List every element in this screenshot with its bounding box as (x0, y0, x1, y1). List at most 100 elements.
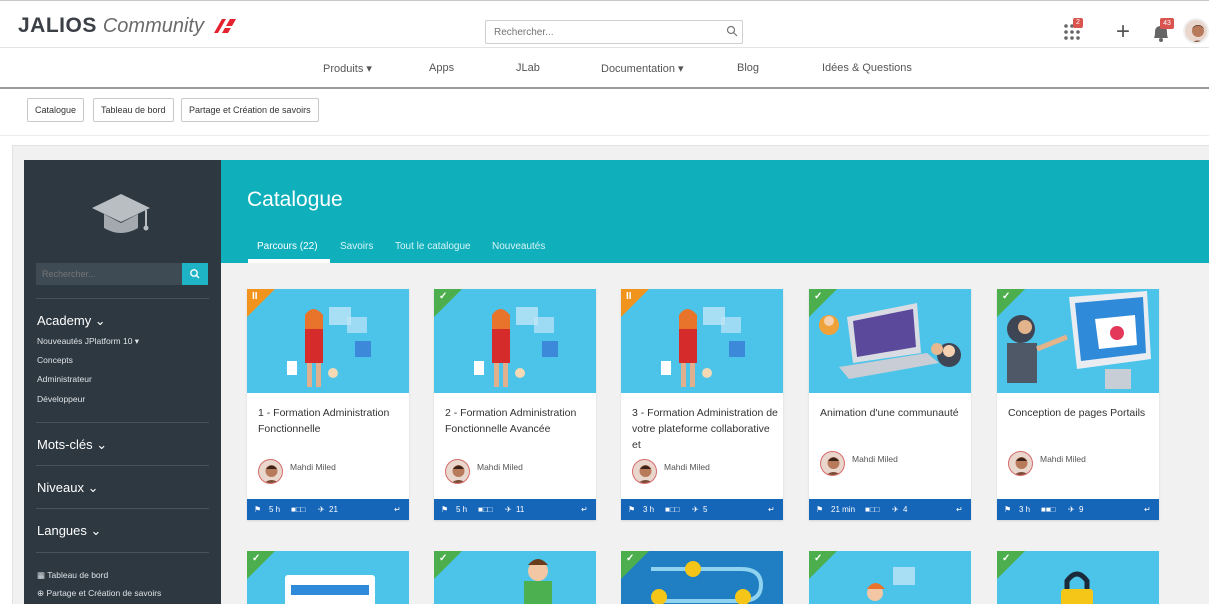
course-count: 4 (903, 505, 908, 514)
sidebar-item-concepts[interactable]: Concepts (37, 355, 73, 365)
megaphone-icon: ✈ (892, 505, 899, 514)
nav-apps[interactable]: Apps (429, 62, 454, 74)
level-icon: ■□□ (865, 505, 880, 514)
tab-tout-catalogue[interactable]: Tout le catalogue (395, 241, 471, 252)
course-card[interactable]: ✓ Conception de pages Portails Mahdi Mil… (997, 289, 1159, 520)
megaphone-icon: ✈ (318, 505, 325, 514)
tab-parcours[interactable]: Parcours (22) (257, 241, 318, 252)
sidebar-divider (36, 298, 209, 299)
sidebar-item-administrateur[interactable]: Administrateur (37, 374, 92, 384)
enter-icon[interactable]: ↵ (956, 505, 963, 514)
tab-savoirs[interactable]: Savoirs (340, 241, 373, 252)
active-tab-indicator (248, 259, 330, 263)
author-name[interactable]: Mahdi Miled (852, 454, 898, 464)
course-card[interactable]: II 3 - Formation Administration de votre… (621, 289, 783, 520)
global-search-input[interactable] (485, 20, 743, 44)
crumb-dashboard-button[interactable]: Tableau de bord (93, 98, 174, 122)
course-duration: 3 h (643, 505, 655, 514)
enter-icon[interactable]: ↵ (1144, 505, 1151, 514)
flag-icon: ⚑ (1004, 505, 1012, 514)
logo-community: Community (102, 14, 204, 37)
course-duration: 21 min (831, 505, 856, 514)
enter-icon[interactable]: ↵ (394, 505, 401, 514)
jalios-logo[interactable]: JALIOS Community (18, 14, 238, 38)
course-count: 9 (1079, 505, 1084, 514)
course-card-partial[interactable]: ✓ (434, 551, 596, 604)
course-title[interactable]: 3 - Formation Administration de votre pl… (632, 405, 778, 453)
nav-idees-questions[interactable]: Idées & Questions (822, 62, 912, 74)
notification-badge: 43 (1160, 18, 1174, 29)
megaphone-icon: ✈ (692, 505, 699, 514)
level-icon: ■■□ (1041, 505, 1056, 514)
course-card-partial[interactable]: ✓ (809, 551, 971, 604)
pause-icon: II (252, 291, 258, 302)
sidebar: Academy ⌄ Nouveautés JPlatform 10 ▾ Conc… (24, 160, 221, 604)
author-name[interactable]: Mahdi Miled (290, 462, 336, 472)
flag-icon: ⚑ (254, 505, 262, 514)
catalogue-header: Catalogue Parcours (22) Savoirs Tout le … (221, 160, 1209, 263)
author-name[interactable]: Mahdi Miled (664, 462, 710, 472)
main-navigation: Produits ▾ Apps JLab Documentation ▾ Blo… (0, 49, 1209, 89)
course-card[interactable]: ✓ Animation d'une communauté Mahdi Miled… (809, 289, 971, 520)
megaphone-icon: ✈ (505, 505, 512, 514)
course-thumbnail (285, 575, 375, 604)
sidebar-languages-heading[interactable]: Langues ⌄ (37, 523, 101, 539)
pause-icon: II (626, 291, 632, 302)
course-count: 11 (516, 505, 525, 514)
breadcrumb: Catalogue Tableau de bord Partage et Cré… (0, 90, 1209, 136)
course-card[interactable]: II 1 - Formation Administration Fonction… (247, 289, 409, 520)
course-count: 21 (329, 505, 338, 514)
check-icon: ✓ (439, 291, 448, 302)
nav-blog[interactable]: Blog (737, 62, 759, 74)
author-avatar (258, 459, 283, 484)
crumb-catalogue-button[interactable]: Catalogue (27, 98, 85, 122)
course-card[interactable]: ✓ 2 - Formation Administration Fonctionn… (434, 289, 596, 520)
tab-nouveautes[interactable]: Nouveautés (492, 241, 545, 252)
check-icon: ✓ (814, 291, 823, 302)
sidebar-item-developpeur[interactable]: Développeur (37, 394, 85, 404)
sidebar-divider (36, 465, 209, 466)
course-title[interactable]: Conception de pages Portails (1008, 405, 1154, 421)
search-icon[interactable] (726, 25, 738, 37)
flag-icon: ⚑ (816, 505, 824, 514)
author-avatar (1008, 451, 1033, 476)
sidebar-keywords-heading[interactable]: Mots-clés ⌄ (37, 437, 107, 453)
course-card-partial[interactable]: ✓ (997, 551, 1159, 604)
course-footer: ⚑ 3 h ■■□ ✈ 9 ↵ (997, 499, 1159, 520)
enter-icon[interactable]: ↵ (581, 505, 588, 514)
level-icon: ■□□ (478, 505, 493, 514)
check-icon: ✓ (814, 553, 823, 564)
course-title[interactable]: 1 - Formation Administration Fonctionnel… (258, 405, 404, 437)
course-duration: 3 h (1019, 505, 1031, 514)
sidebar-item-nouveautes[interactable]: Nouveautés JPlatform 10 ▾ (37, 336, 139, 347)
megaphone-icon: ✈ (1068, 505, 1075, 514)
sidebar-share-link[interactable]: ⊕ Partage et Création de savoirs (37, 588, 161, 599)
top-header: JALIOS Community 2 + 43 (0, 0, 1209, 48)
user-avatar[interactable] (1183, 18, 1209, 44)
nav-documentation[interactable]: Documentation ▾ (601, 62, 684, 75)
sidebar-academy-heading[interactable]: Academy ⌄ (37, 313, 106, 329)
course-card-partial[interactable]: ✓ (247, 551, 409, 604)
check-icon: ✓ (1002, 553, 1011, 564)
sidebar-search-input[interactable] (36, 263, 182, 285)
author-name[interactable]: Mahdi Miled (477, 462, 523, 472)
level-icon: ■□□ (291, 505, 306, 514)
sidebar-divider (36, 508, 209, 509)
sidebar-search-button[interactable] (182, 263, 208, 285)
sidebar-dashboard-link[interactable]: ▦ Tableau de bord (37, 570, 108, 581)
course-title[interactable]: 2 - Formation Administration Fonctionnel… (445, 405, 591, 437)
author-avatar (820, 451, 845, 476)
course-title[interactable]: Animation d'une communauté (820, 405, 966, 421)
nav-produits[interactable]: Produits ▾ (323, 62, 372, 75)
nav-jlab[interactable]: JLab (516, 62, 540, 74)
sidebar-levels-heading[interactable]: Niveaux ⌄ (37, 480, 98, 496)
course-card-partial[interactable]: ✓ (621, 551, 783, 604)
sidebar-share-label: Partage et Création de savoirs (46, 588, 162, 598)
author-name[interactable]: Mahdi Miled (1040, 454, 1086, 464)
course-duration: 5 h (456, 505, 468, 514)
plus-icon[interactable]: + (1116, 20, 1130, 44)
author-avatar (445, 459, 470, 484)
crumb-share-button[interactable]: Partage et Création de savoirs (181, 98, 319, 122)
enter-icon[interactable]: ↵ (768, 505, 775, 514)
apps-badge: 2 (1073, 18, 1083, 28)
